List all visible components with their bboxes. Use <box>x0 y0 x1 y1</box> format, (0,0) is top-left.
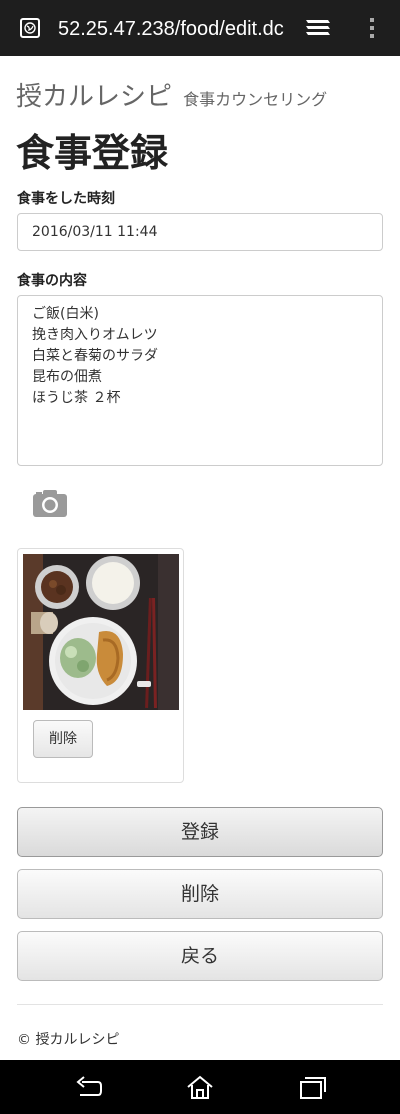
content-textarea[interactable]: ご飯(白米) 挽き肉入りオムレツ 白菜と春菊のサラダ 昆布の佃煮 ほうじ茶 ２杯 <box>17 295 383 466</box>
time-label: 食事をした時刻 <box>17 191 115 207</box>
meal-photo <box>23 554 179 710</box>
home-icon[interactable] <box>185 1074 215 1100</box>
content-label: 食事の内容 <box>17 273 87 289</box>
site-brand[interactable]: 授カルレシピ 食事カウンセリング <box>16 76 328 112</box>
brand-name[interactable]: 授カルレシピ <box>16 82 172 112</box>
footer-divider <box>17 1004 383 1005</box>
delete-button[interactable]: 削除 <box>17 869 383 919</box>
time-input[interactable]: 2016/03/11 11:44 <box>17 213 383 251</box>
footer-copyright: © 授カルレシピ <box>17 1032 120 1048</box>
tabs-icon[interactable] <box>304 17 332 39</box>
brand-subtitle: 食事カウンセリング <box>183 90 328 109</box>
system-nav-bar <box>0 1060 400 1114</box>
back-button[interactable]: 戻る <box>17 931 383 981</box>
overflow-menu-icon[interactable] <box>366 14 378 42</box>
photo-card: 削除 <box>17 548 184 783</box>
url-field[interactable]: 52.25.47.238/food/edit.dc <box>58 15 286 43</box>
page-title: 食事登録 <box>16 131 169 175</box>
back-icon[interactable] <box>74 1074 104 1100</box>
camera-icon[interactable] <box>32 488 68 518</box>
register-button[interactable]: 登録 <box>17 807 383 857</box>
browser-url-bar: 52.25.47.238/food/edit.dc <box>0 0 400 56</box>
photo-delete-button[interactable]: 削除 <box>33 720 93 758</box>
globe-icon[interactable] <box>20 18 40 38</box>
recents-icon[interactable] <box>297 1074 327 1100</box>
